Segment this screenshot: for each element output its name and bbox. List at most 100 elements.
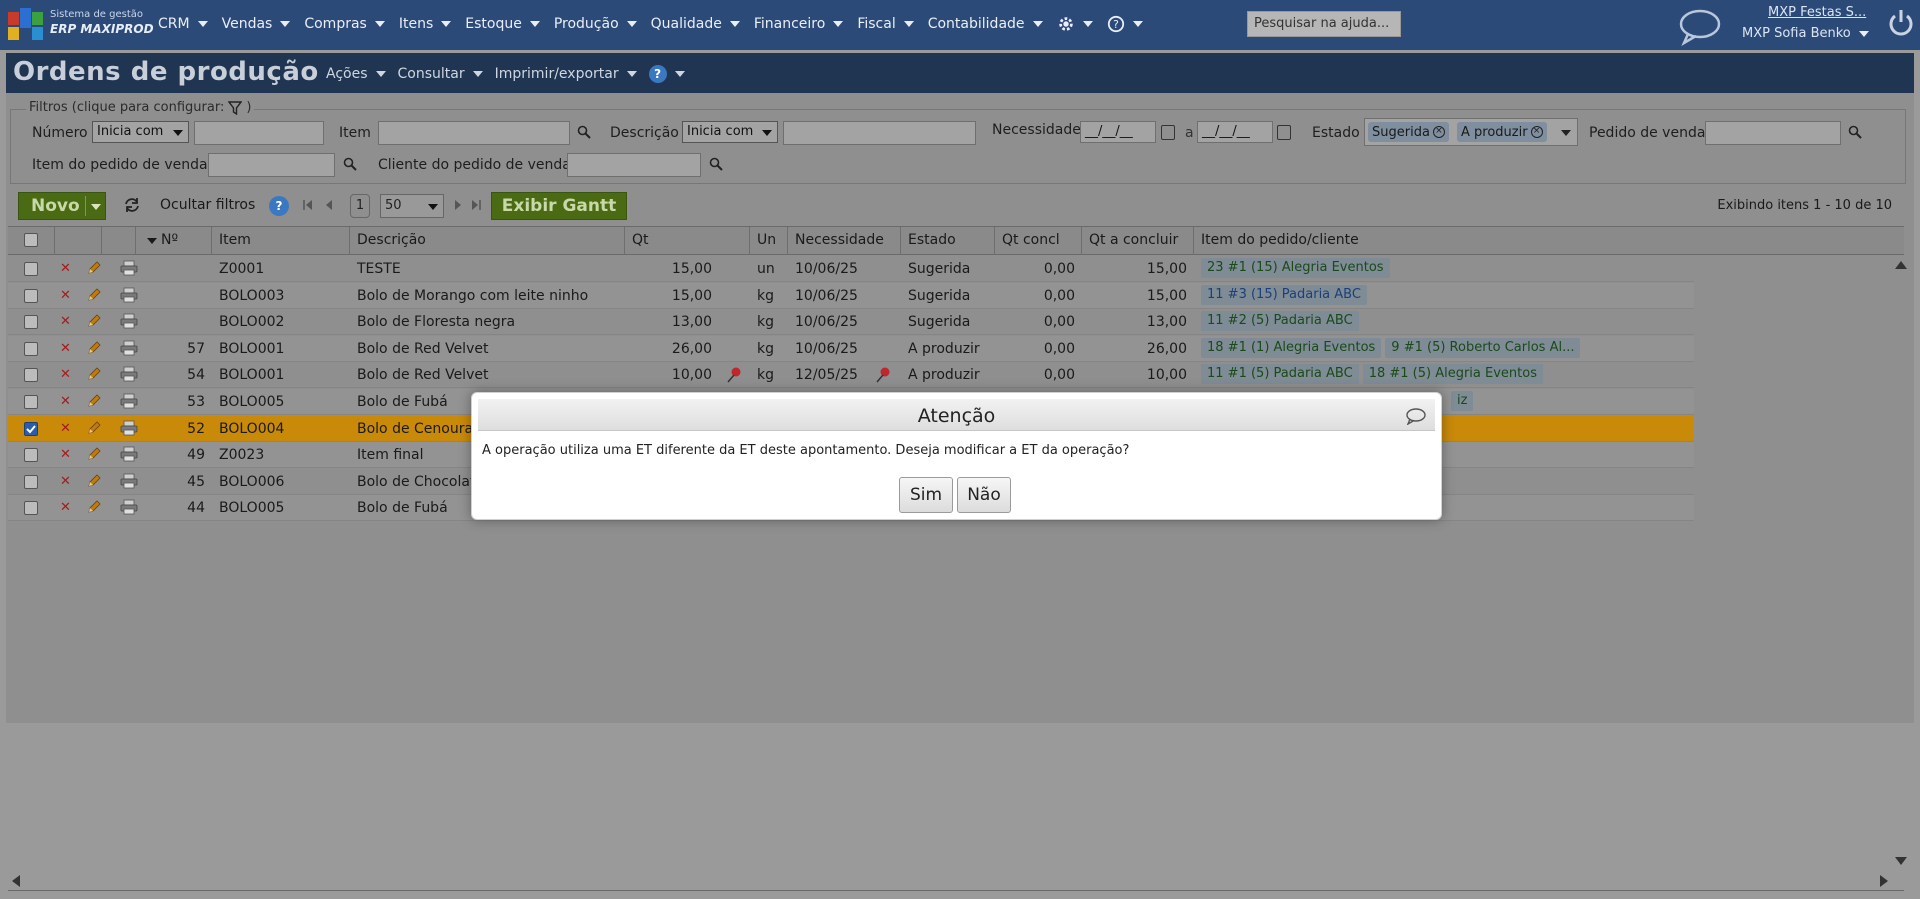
table-row[interactable]: ✕ BOLO003 Bolo de Morango com leite ninho 1… [8, 282, 1694, 309]
remove-chip-icon[interactable]: × [1432, 126, 1445, 138]
table-row[interactable]: ✕ 54 BOLO001 Bolo de Red Velvet 10,00 kg 12/05… [8, 362, 1694, 389]
delete-icon[interactable]: ✕ [60, 261, 71, 276]
date-to-input[interactable]: __/__/__ [1197, 121, 1273, 143]
numero-input[interactable] [194, 121, 324, 145]
last-page-icon[interactable] [470, 199, 482, 223]
calendar-icon[interactable] [1277, 125, 1291, 140]
delete-icon[interactable]: ✕ [60, 474, 71, 489]
company-link[interactable]: MXP Festas S... [1768, 5, 1866, 20]
menu-producao[interactable]: Produção [554, 15, 637, 33]
chat-icon[interactable] [1678, 8, 1722, 46]
item-pedido-input[interactable] [208, 153, 335, 177]
select-all-checkbox[interactable] [24, 233, 38, 247]
estado-multiselect[interactable]: Sugerida × A produzir × [1364, 118, 1578, 146]
row-checkbox[interactable] [24, 421, 38, 436]
order-link-tag[interactable]: 18 #1 (5) Alegria Eventos [1362, 364, 1543, 385]
delete-icon[interactable]: ✕ [60, 367, 71, 382]
menu-fiscal[interactable]: Fiscal [857, 15, 914, 33]
order-link-tag[interactable]: 11 #3 (15) Padaria ABC [1201, 284, 1367, 305]
order-link-tag[interactable]: 18 #1 (1) Alegria Eventos [1201, 337, 1382, 358]
menu-consultar[interactable]: Consultar [398, 66, 483, 82]
menu-crm[interactable]: CRM [158, 15, 208, 33]
order-link-tag[interactable]: 9 #1 (5) Roberto Carlos Al... [1385, 337, 1581, 358]
col-numero[interactable]: Nº [136, 227, 212, 254]
search-icon[interactable] [343, 157, 357, 171]
edit-pencil-icon[interactable] [86, 340, 102, 356]
edit-pencil-icon[interactable] [86, 499, 102, 515]
comment-icon[interactable] [1405, 407, 1427, 425]
row-checkbox[interactable] [24, 395, 38, 409]
edit-pencil-icon[interactable] [86, 420, 102, 436]
menu-qualidade[interactable]: Qualidade [651, 15, 740, 33]
next-page-icon[interactable] [453, 199, 463, 223]
row-checkbox[interactable] [24, 315, 38, 330]
col-qt-concl[interactable]: Qt concl [995, 227, 1082, 254]
delete-icon[interactable]: ✕ [60, 500, 71, 515]
edit-pencil-icon[interactable] [86, 260, 102, 276]
help-icon[interactable]: ? [269, 196, 289, 216]
menu-compras[interactable]: Compras [304, 15, 385, 33]
delete-icon[interactable]: ✕ [60, 288, 71, 303]
scroll-up-arrow[interactable] [1895, 261, 1907, 269]
menu-vendas[interactable]: Vendas [222, 15, 291, 33]
exibir-gantt-button[interactable]: Exibir Gantt [491, 192, 627, 220]
user-menu[interactable]: MXP Sofia Benko [1742, 26, 1869, 41]
table-row[interactable]: ✕ Z0001 TESTE 15,00 un 10/06/25 Sugerida 0,00 15… [8, 256, 1694, 282]
novo-button[interactable]: Novo [18, 192, 106, 220]
scroll-left-arrow[interactable] [12, 875, 20, 887]
menu-itens[interactable]: Itens [399, 15, 452, 33]
edit-pencil-icon[interactable] [86, 393, 102, 409]
numero-mode-select[interactable]: Inicia com [92, 121, 189, 143]
page-size-select[interactable]: 50 [380, 194, 444, 218]
order-link-tag[interactable]: 11 #2 (5) Padaria ABC [1201, 311, 1359, 332]
delete-icon[interactable]: ✕ [60, 394, 71, 409]
row-checkbox[interactable] [24, 368, 38, 383]
table-row[interactable]: ✕ 57 BOLO001 Bolo de Red Velvet 26,00 kg 10/06… [8, 335, 1694, 362]
refresh-icon[interactable] [123, 197, 141, 213]
row-checkbox[interactable] [24, 501, 38, 516]
edit-pencil-icon[interactable] [86, 446, 102, 462]
col-necessidade[interactable]: Necessidade [788, 227, 901, 254]
help-menu[interactable]: ? [1107, 15, 1143, 33]
date-from-input[interactable]: __/__/__ [1080, 121, 1156, 143]
edit-pencil-icon[interactable] [86, 473, 102, 489]
menu-financeiro[interactable]: Financeiro [754, 15, 844, 33]
col-descricao[interactable]: Descrição [350, 227, 625, 254]
edit-pencil-icon[interactable] [86, 366, 102, 382]
col-item-pedido-cliente[interactable]: Item do pedido/cliente [1194, 227, 1904, 254]
delete-icon[interactable]: ✕ [60, 447, 71, 462]
first-page-icon[interactable] [302, 199, 314, 223]
delete-icon[interactable]: ✕ [60, 314, 71, 329]
delete-icon[interactable]: ✕ [60, 341, 71, 356]
menu-imprimir-exportar[interactable]: Imprimir/exportar [495, 66, 637, 82]
row-checkbox[interactable] [24, 262, 38, 276]
col-estado[interactable]: Estado [901, 227, 995, 254]
search-icon[interactable] [709, 157, 723, 171]
prev-page-icon[interactable] [324, 199, 334, 223]
table-row[interactable]: ✕ BOLO002 Bolo de Floresta negra 13,00 kg 10/… [8, 309, 1694, 336]
order-link-tag[interactable]: iz [1451, 391, 1474, 411]
logo[interactable]: Sistema de gestão ERP MAXIPROD [6, 6, 154, 42]
scroll-right-arrow[interactable] [1880, 875, 1888, 887]
menu-acoes[interactable]: Ações [326, 66, 386, 82]
settings-menu[interactable] [1057, 15, 1093, 33]
help-search-input[interactable]: Pesquisar na ajuda... [1247, 11, 1401, 37]
estado-chip-a-produzir[interactable]: A produzir × [1457, 122, 1547, 142]
remove-chip-icon[interactable]: × [1530, 126, 1543, 138]
chevron-down-icon[interactable] [91, 204, 101, 210]
menu-contabilidade[interactable]: Contabilidade [928, 15, 1043, 33]
menu-estoque[interactable]: Estoque [465, 15, 540, 33]
chevron-down-icon[interactable] [1561, 130, 1571, 136]
search-icon[interactable] [1848, 125, 1862, 139]
funnel-icon[interactable] [228, 100, 243, 115]
filter-legend[interactable]: Filtros (clique para configurar: ) [26, 100, 255, 115]
order-link-tag[interactable]: 11 #1 (5) Padaria ABC [1201, 364, 1359, 385]
delete-icon[interactable]: ✕ [60, 421, 71, 436]
calendar-icon[interactable] [1161, 125, 1175, 140]
row-checkbox[interactable] [24, 448, 38, 463]
row-checkbox[interactable] [24, 341, 38, 356]
col-item[interactable]: Item [212, 227, 350, 254]
page-number-input[interactable]: 1 [350, 194, 370, 218]
cliente-pedido-input[interactable] [567, 153, 701, 177]
ocultar-filtros-button[interactable]: Ocultar filtros [160, 197, 255, 213]
